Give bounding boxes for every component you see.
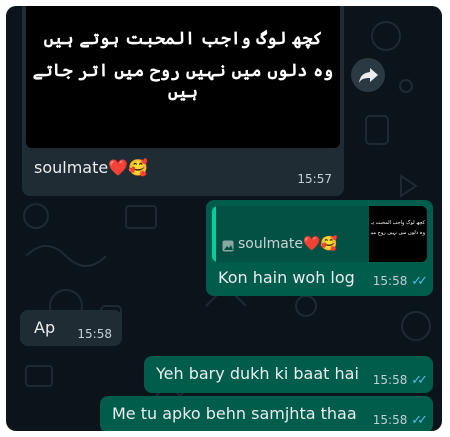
quote-accent-bar — [212, 206, 216, 262]
message-time: 15:57 — [297, 172, 332, 186]
chat-window[interactable]: کچھ لوگ واجب المحبت ہوتے ہیں وہ دلوں میں… — [6, 6, 442, 431]
caption-text: soulmate — [34, 158, 109, 177]
message-time: 15:58 ✓✓ — [372, 373, 428, 388]
quoted-caption-emoji: ❤️🥰 — [302, 236, 338, 252]
image-caption: soulmate❤️🥰 — [34, 158, 148, 177]
incoming-text-message[interactable]: Ap 15:58 — [20, 310, 122, 346]
quoted-image-line-2: وہ دلوں میں نہیں روح میں اتر جاتے ہیں — [371, 230, 425, 236]
image-urdu-line-2: وہ دلوں میں نہیں روح میں اتر جاتے ہیں — [32, 61, 334, 102]
quoted-caption-text: soulmate — [238, 236, 303, 252]
outgoing-text-message[interactable]: Me tu apko behn samjhta thaa 15:58 ✓✓ — [100, 396, 433, 431]
quoted-image-line-1: کچھ لوگ واجب المحبت ہوتے ہیں — [371, 220, 425, 226]
quoted-caption: soulmate❤️🥰 — [238, 236, 338, 252]
image-urdu-line-1: کچھ لوگ واجب المحبت ہوتے ہیں — [43, 29, 323, 49]
message-time: 15:58 ✓✓ — [372, 413, 428, 428]
photo-icon — [222, 240, 234, 252]
read-receipt-icon: ✓✓ — [411, 274, 428, 289]
time-text: 15:58 — [372, 413, 408, 427]
message-time: 15:58 — [77, 327, 112, 341]
message-text: Me tu apko behn samjhta thaa — [112, 404, 357, 423]
caption-emoji: ❤️🥰 — [108, 158, 149, 177]
outgoing-text-message[interactable]: Yeh bary dukh ki baat hai 15:58 ✓✓ — [144, 356, 433, 393]
quoted-message[interactable]: soulmate❤️🥰 کچھ لوگ واجب المحبت ہوتے ہیں… — [212, 206, 427, 262]
read-receipt-icon: ✓✓ — [411, 373, 428, 388]
message-text: Ap — [34, 318, 56, 337]
message-text: Kon hain woh log — [218, 268, 355, 287]
read-receipt-icon: ✓✓ — [411, 413, 428, 428]
time-text: 15:58 — [372, 274, 408, 288]
incoming-image-message[interactable]: کچھ لوگ واجب المحبت ہوتے ہیں وہ دلوں میں… — [22, 6, 344, 196]
outgoing-reply-message[interactable]: soulmate❤️🥰 کچھ لوگ واجب المحبت ہوتے ہیں… — [206, 200, 433, 296]
forward-icon — [359, 68, 378, 83]
forward-button[interactable] — [351, 58, 385, 92]
time-text: 15:58 — [372, 373, 408, 387]
message-time: 15:58 ✓✓ — [372, 274, 428, 289]
image-thumbnail[interactable]: کچھ لوگ واجب المحبت ہوتے ہیں وہ دلوں میں… — [26, 6, 340, 148]
message-text: Yeh bary dukh ki baat hai — [156, 364, 359, 383]
quoted-image-thumbnail: کچھ لوگ واجب المحبت ہوتے ہیں وہ دلوں میں… — [369, 206, 427, 262]
